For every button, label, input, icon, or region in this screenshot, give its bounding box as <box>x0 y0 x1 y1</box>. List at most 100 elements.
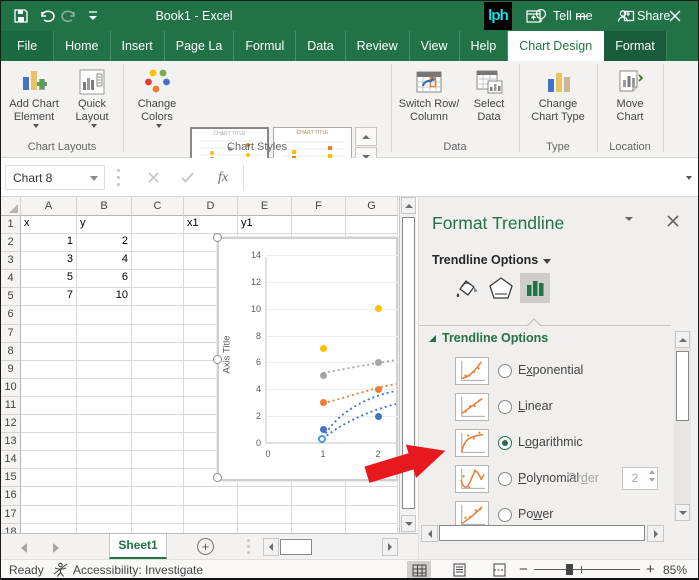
grid-cell-A7[interactable] <box>21 325 77 343</box>
redo-icon[interactable] <box>59 7 79 25</box>
grid-cell-C13[interactable] <box>132 433 184 451</box>
change-colors-button[interactable]: Change Colors <box>129 65 185 139</box>
grid-cell-C15[interactable] <box>132 469 184 487</box>
scroll-up-button[interactable] <box>401 197 416 214</box>
move-chart-button[interactable]: Move Chart <box>601 65 659 139</box>
grid-cell-B4[interactable]: 6 <box>77 270 132 288</box>
grid-cell-A16[interactable] <box>21 487 77 505</box>
grid-cell-B16[interactable] <box>77 487 132 505</box>
tab-format[interactable]: Format <box>604 31 667 61</box>
scroll-left-button[interactable] <box>263 538 279 556</box>
grid-cell-D17[interactable] <box>184 506 238 524</box>
grid-cell-A2[interactable]: 1 <box>21 234 77 252</box>
grid-cell-A4[interactable]: 5 <box>21 270 77 288</box>
insert-function-button[interactable]: fx <box>209 165 237 190</box>
row-header-5[interactable]: 5 <box>1 288 21 306</box>
formula-bar-splitter[interactable] <box>117 169 120 186</box>
grid-cell-A8[interactable] <box>21 343 77 361</box>
grid-cell-E1[interactable]: y1 <box>238 216 292 234</box>
grid-cell-B7[interactable] <box>77 325 132 343</box>
grid-cell-A3[interactable]: 3 <box>21 252 77 270</box>
grid-cell-C6[interactable] <box>132 306 184 324</box>
pane-menu-caret-icon[interactable] <box>625 221 633 235</box>
new-sheet-button[interactable]: + <box>197 538 214 555</box>
grid-cell-F1[interactable] <box>292 216 346 234</box>
column-header-C[interactable]: C <box>132 197 184 216</box>
column-header-D[interactable]: D <box>184 197 238 216</box>
undo-icon[interactable] <box>37 7 57 25</box>
grid-cell-B1[interactable]: y <box>77 216 132 234</box>
grid-cell-F17[interactable] <box>292 506 346 524</box>
row-header-10[interactable]: 10 <box>1 379 21 397</box>
trendline-option-polynomial[interactable]: PolynomialOrder2 <box>419 465 669 495</box>
grid-cell-F18[interactable] <box>292 524 346 533</box>
grid-cell-C17[interactable] <box>132 506 184 524</box>
grid-cell-E18[interactable] <box>238 524 292 533</box>
vertical-scrollbar[interactable] <box>399 197 416 533</box>
order-spinner[interactable]: 2 <box>622 467 658 490</box>
formula-input[interactable] <box>243 165 681 190</box>
radio-linear[interactable] <box>498 400 512 414</box>
grid-cell-D18[interactable] <box>184 524 238 533</box>
pane-hscrollbar-thumb[interactable] <box>439 525 645 541</box>
page-layout-view-button[interactable] <box>447 561 471 579</box>
grid-cell-B2[interactable]: 2 <box>77 234 132 252</box>
grid-cell-C1[interactable] <box>132 216 184 234</box>
grid-cell-C3[interactable] <box>132 252 184 270</box>
trendline-option-linear[interactable]: Linear <box>419 393 669 423</box>
grid-cell-A9[interactable] <box>21 361 77 379</box>
accessibility-status[interactable]: Accessibility: Investigate <box>73 563 203 577</box>
quick-layout-button[interactable]: Quick Layout <box>65 65 119 139</box>
enter-icon[interactable] <box>173 165 201 190</box>
grid-cell-C9[interactable] <box>132 361 184 379</box>
tab-view[interactable]: View <box>410 31 460 61</box>
pane-vertical-scrollbar[interactable] <box>674 331 691 521</box>
data-point-series-yellow[interactable] <box>375 305 382 312</box>
data-point-series-gray[interactable] <box>320 372 327 379</box>
grid-cell-A17[interactable] <box>21 506 77 524</box>
grid-cell-A1[interactable]: x <box>21 216 77 234</box>
next-sheet-icon[interactable] <box>53 543 59 553</box>
fill-line-tab[interactable] <box>452 273 482 303</box>
tab-page-la[interactable]: Page La <box>165 31 235 61</box>
grid-cell-G1[interactable] <box>346 216 398 234</box>
row-header-9[interactable]: 9 <box>1 361 21 379</box>
zoom-in-button[interactable]: + <box>646 561 655 578</box>
scroll-down-button[interactable] <box>401 515 416 532</box>
radio-power[interactable] <box>498 508 512 522</box>
resize-handle[interactable] <box>213 473 222 482</box>
cancel-icon[interactable] <box>139 165 167 190</box>
grid-cell-A14[interactable] <box>21 451 77 469</box>
grid-cell-B3[interactable]: 4 <box>77 252 132 270</box>
row-header-3[interactable]: 3 <box>1 252 21 270</box>
grid-cell-C7[interactable] <box>132 325 184 343</box>
grid-cell-B9[interactable] <box>77 361 132 379</box>
normal-view-button[interactable] <box>407 561 431 579</box>
page-break-view-button[interactable] <box>487 561 511 579</box>
grid-cell-G17[interactable] <box>346 506 398 524</box>
grid-cell-A10[interactable] <box>21 379 77 397</box>
grid-cell-B13[interactable] <box>77 433 132 451</box>
grid-cell-B15[interactable] <box>77 469 132 487</box>
grid-cell-C11[interactable] <box>132 397 184 415</box>
row-header-1[interactable]: 1 <box>1 216 21 234</box>
share-button[interactable]: Share <box>617 1 670 31</box>
select-all-corner[interactable] <box>1 197 21 216</box>
data-point-series-blue[interactable] <box>320 426 327 433</box>
radio-polynomial[interactable] <box>498 472 512 486</box>
tab-data[interactable]: Data <box>296 31 345 61</box>
customize-qat-icon[interactable] <box>83 7 103 25</box>
grid-cell-B11[interactable] <box>77 397 132 415</box>
resize-handle[interactable] <box>213 233 222 242</box>
grid-cell-C18[interactable] <box>132 524 184 533</box>
tab-help[interactable]: Help <box>460 31 509 61</box>
zoom-level[interactable]: 85% <box>663 563 687 577</box>
tab-review[interactable]: Review <box>346 31 410 61</box>
column-header-A[interactable]: A <box>21 197 77 216</box>
name-box[interactable]: Chart 8 <box>5 165 105 190</box>
data-point-series-orange[interactable] <box>375 386 382 393</box>
data-point-series-gray[interactable] <box>375 359 382 366</box>
pane-section-selector[interactable]: Trendline Options <box>432 253 551 267</box>
row-header-13[interactable]: 13 <box>1 433 21 451</box>
grid-cell-A11[interactable] <box>21 397 77 415</box>
